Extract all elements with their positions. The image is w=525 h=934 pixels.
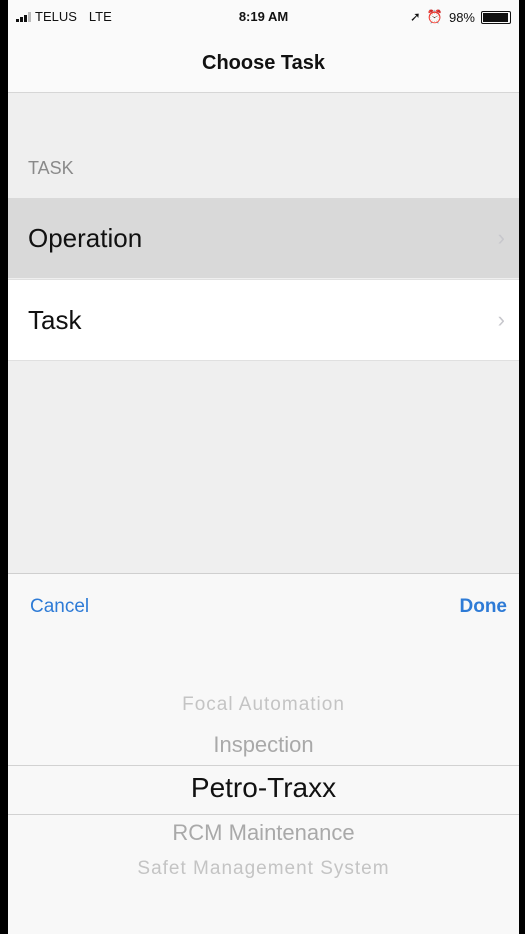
picker-option-selected[interactable]: Petro-Traxx: [8, 772, 519, 804]
operation-row[interactable]: Operation ›: [8, 198, 519, 278]
picker-option[interactable]: Inspection: [8, 732, 519, 758]
cancel-button[interactable]: Cancel: [8, 596, 89, 618]
task-row-label: Task: [28, 304, 82, 335]
status-right: ➚ ⏰ 98%: [410, 9, 511, 25]
battery-icon: [481, 10, 511, 24]
navigation-bar: Choose Task: [8, 34, 519, 93]
location-arrow-icon: ➚: [409, 9, 421, 24]
task-picker-wheel[interactable]: Focal Automation Inspection Petro-Traxx …: [8, 640, 519, 934]
battery-percent: 98%: [448, 9, 475, 25]
selection-indicator-bottom: [8, 814, 519, 815]
status-bar: TELUS LTE 8:19 AM ➚ ⏰ 98%: [8, 0, 519, 34]
picker-option[interactable]: Safet Management System: [8, 858, 519, 880]
page-title: Choose Task: [202, 52, 325, 74]
chevron-right-icon: ›: [497, 307, 505, 332]
selection-indicator-top: [8, 765, 519, 766]
phone-screen: TELUS LTE 8:19 AM ➚ ⏰ 98% Choose Task TA…: [8, 0, 519, 934]
picker-option[interactable]: RCM Maintenance: [8, 820, 519, 846]
task-row[interactable]: Task ›: [8, 279, 519, 361]
chevron-right-icon: ›: [497, 225, 505, 250]
operation-row-label: Operation: [28, 222, 143, 253]
section-header-task: TASK: [28, 158, 74, 178]
picker-toolbar: Cancel Done: [8, 573, 519, 640]
done-button[interactable]: Done: [460, 596, 520, 618]
picker-option[interactable]: Focal Automation: [8, 694, 519, 716]
alarm-clock-icon: ⏰: [426, 9, 443, 24]
